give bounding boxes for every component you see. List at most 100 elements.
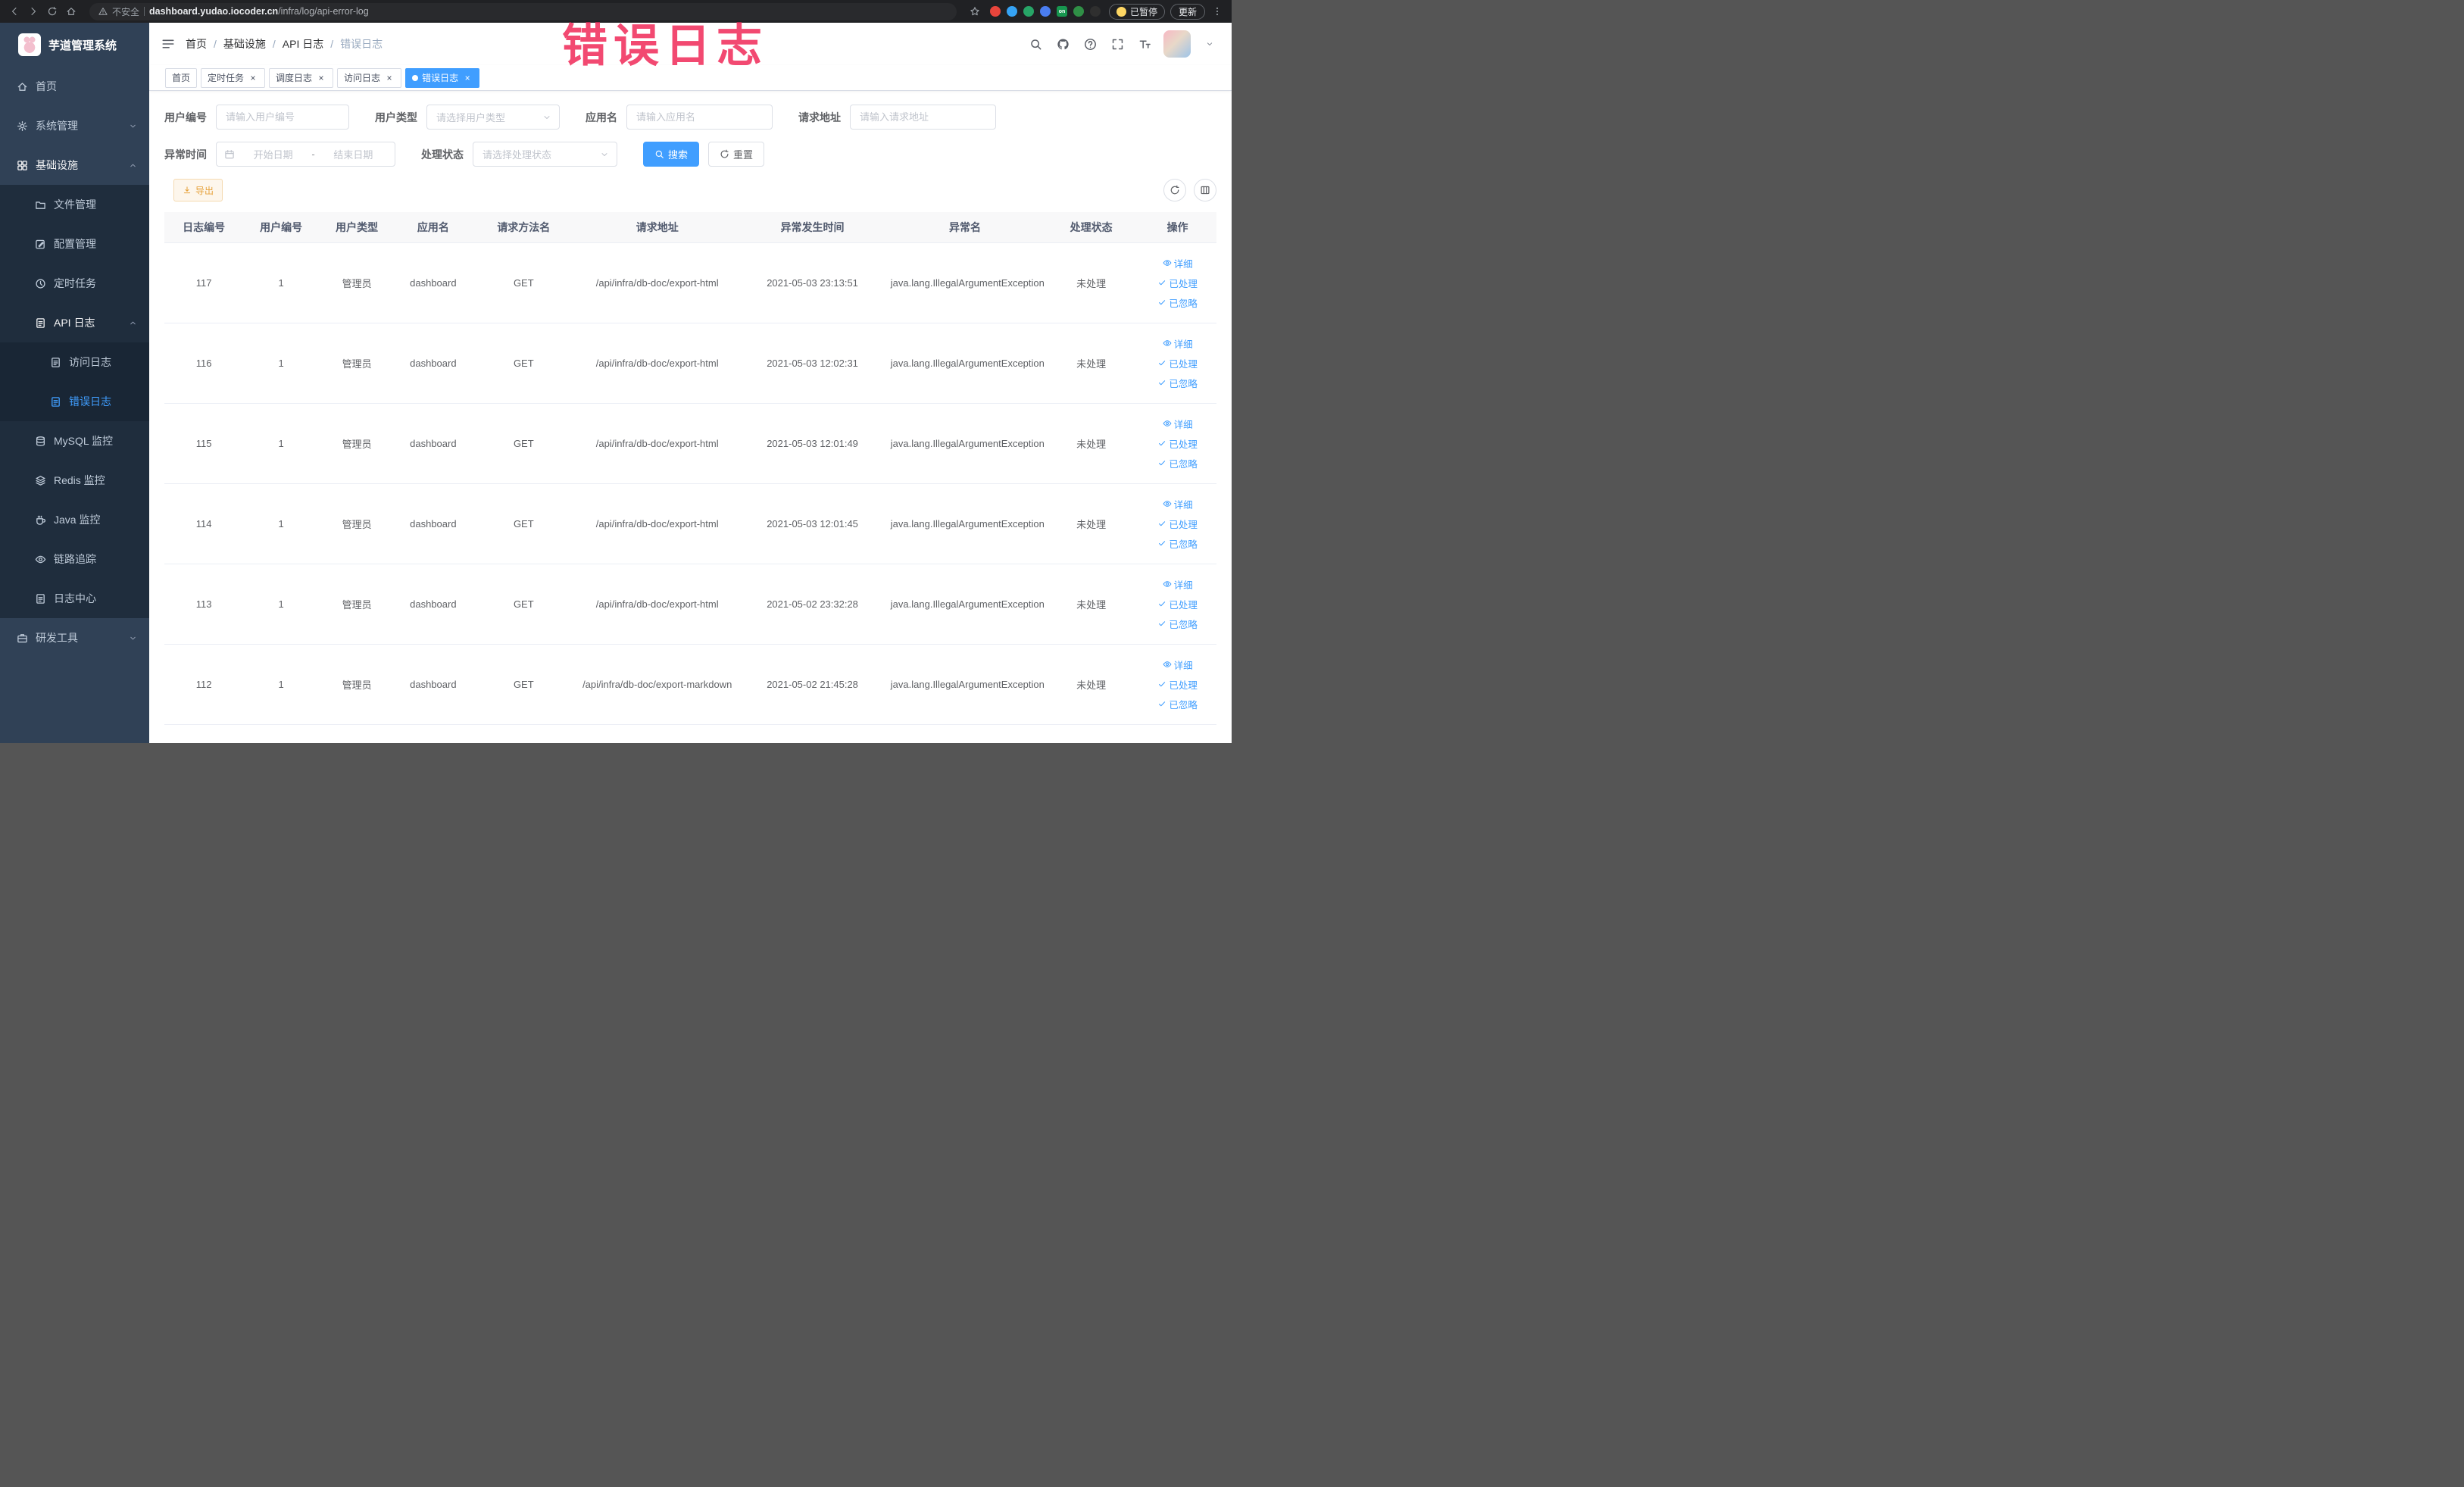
user-avatar[interactable] [1163, 30, 1191, 58]
eye-icon [1163, 258, 1172, 267]
processed-link[interactable]: 已处理 [1157, 597, 1198, 611]
processed-link[interactable]: 已处理 [1157, 356, 1198, 370]
address-bar[interactable]: 不安全 dashboard.yudao.iocoder.cn/infra/log… [89, 2, 957, 20]
processed-link[interactable]: 已处理 [1157, 677, 1198, 692]
tab[interactable]: 错误日志 × [405, 67, 480, 88]
sidebar-item[interactable]: 系统管理 [0, 106, 149, 145]
ignored-link[interactable]: 已忽略 [1157, 697, 1198, 711]
refresh-list-button[interactable] [1163, 179, 1186, 201]
tab[interactable]: 定时任务 × [201, 67, 266, 88]
export-button[interactable]: 导出 [173, 179, 223, 201]
extension-blue-drop[interactable] [1006, 6, 1017, 17]
sidebar-item[interactable]: Redis 监控 [0, 461, 149, 500]
sidebar-item[interactable]: 基础设施 [0, 145, 149, 185]
processed-link[interactable]: 已处理 [1157, 276, 1198, 290]
bookmark-star-icon[interactable] [968, 5, 982, 18]
eye-icon [1163, 660, 1172, 669]
request-url-input[interactable] [850, 105, 996, 130]
security-label: 不安全 [112, 6, 140, 17]
app-name-input[interactable] [626, 105, 773, 130]
sidebar-item[interactable]: 首页 [0, 67, 149, 106]
sidebar-item-label: 访问日志 [69, 356, 111, 368]
sidebar-item[interactable]: 日志中心 [0, 579, 149, 618]
extension-paw[interactable] [1089, 6, 1101, 17]
fullscreen-icon[interactable] [1109, 36, 1126, 52]
extension-red-circle[interactable] [989, 6, 1001, 17]
sidebar-item[interactable]: Java 监控 [0, 500, 149, 539]
tab[interactable]: 首页 [165, 67, 198, 88]
close-tab-icon[interactable]: × [316, 73, 326, 83]
help-icon[interactable] [1082, 36, 1098, 52]
detail-link[interactable]: 详细 [1163, 336, 1193, 351]
caret-down-icon[interactable] [1201, 36, 1218, 52]
detail-link[interactable]: 详细 [1163, 658, 1193, 672]
process-status-select[interactable]: 请选择处理状态 [473, 142, 617, 167]
tab[interactable]: 调度日志 × [269, 67, 334, 88]
detail-link[interactable]: 详细 [1163, 417, 1193, 431]
processed-link[interactable]: 已处理 [1157, 436, 1198, 451]
sidebar-item-label: 文件管理 [54, 198, 96, 211]
cell-log-id: 114 [164, 483, 244, 564]
ignored-link[interactable]: 已忽略 [1157, 295, 1198, 310]
ignored-link[interactable]: 已忽略 [1157, 376, 1198, 390]
header-search-icon[interactable] [1027, 36, 1044, 52]
sidebar-item[interactable]: 文件管理 [0, 185, 149, 224]
sidebar-item[interactable]: 错误日志 [0, 382, 149, 421]
breadcrumb-item[interactable]: API 日志 [283, 36, 323, 52]
start-date-placeholder: 开始日期 [253, 149, 293, 161]
browser-home-icon[interactable] [64, 5, 78, 18]
update-button[interactable]: 更新 [1170, 3, 1205, 20]
close-tab-icon[interactable]: × [462, 73, 473, 83]
sidebar-item[interactable]: 访问日志 [0, 342, 149, 382]
ignored-link[interactable]: 已忽略 [1157, 456, 1198, 470]
filter-label: 用户编号 [164, 111, 207, 123]
close-tab-icon[interactable]: × [248, 73, 258, 83]
font-size-icon[interactable] [1136, 36, 1153, 52]
hamburger-icon[interactable] [161, 37, 175, 51]
cell-exception-name: java.lang.IllegalArgumentException [885, 564, 1045, 645]
main-area: 首页 / 基础设施 / API 日志 / 错误日志 首页 定时任务 × 调度日志 × 访问日志 × 错误日… [149, 23, 1232, 743]
tab[interactable]: 访问日志 × [337, 67, 402, 88]
breadcrumb-item[interactable]: 基础设施 [223, 36, 266, 52]
ignored-link[interactable]: 已忽略 [1157, 617, 1198, 631]
search-button[interactable]: 搜索 [643, 142, 700, 167]
detail-link[interactable]: 详细 [1163, 256, 1193, 270]
extension-blue-grid[interactable] [1039, 6, 1051, 17]
close-tab-icon[interactable]: × [384, 73, 395, 83]
user-type-select[interactable]: 请选择用户类型 [426, 105, 560, 130]
sidebar-item[interactable]: 定时任务 [0, 264, 149, 303]
table-row: 115 1 管理员 dashboard GET/api/infra/db-doc/exp… [164, 403, 1216, 484]
reload-icon[interactable] [45, 5, 59, 18]
table-toolbar: 导出 [164, 179, 1216, 201]
detail-link[interactable]: 详细 [1163, 497, 1193, 511]
processed-link[interactable]: 已处理 [1157, 517, 1198, 531]
forward-icon[interactable] [27, 5, 40, 18]
extension-green-circle[interactable] [1023, 6, 1034, 17]
reset-button[interactable]: 重置 [708, 142, 765, 167]
logo[interactable]: 芋道管理系统 [0, 23, 149, 67]
detail-link[interactable]: 详细 [1163, 577, 1193, 592]
sidebar-item[interactable]: 链路追踪 [0, 539, 149, 579]
extension-on-badge[interactable]: on [1056, 6, 1067, 17]
sidebar-item[interactable]: API 日志 [0, 303, 149, 342]
cell-app-name: dashboard [395, 644, 472, 725]
back-icon[interactable] [8, 5, 21, 18]
column-settings-button[interactable] [1194, 179, 1216, 201]
cell-user-type: 管理员 [319, 323, 395, 404]
check-icon [1157, 458, 1166, 467]
user-id-input[interactable] [216, 105, 349, 130]
browser-menu-icon[interactable] [1210, 5, 1224, 18]
extension-leaf[interactable] [1073, 6, 1084, 17]
paused-chip[interactable]: 已暂停 [1108, 3, 1165, 20]
ignored-link[interactable]: 已忽略 [1157, 536, 1198, 551]
cell-user-type: 管理员 [319, 483, 395, 564]
column-header: 用户类型 [319, 212, 395, 243]
sidebar-item-label: Redis 监控 [54, 474, 105, 486]
sidebar-item[interactable]: 配置管理 [0, 224, 149, 264]
github-icon[interactable] [1054, 36, 1071, 52]
error-time-range[interactable]: 开始日期 - 结束日期 [216, 142, 395, 167]
breadcrumb-item[interactable]: 首页 [186, 36, 207, 52]
sidebar-item[interactable]: MySQL 监控 [0, 421, 149, 461]
sidebar-item[interactable]: 研发工具 [0, 618, 149, 658]
filter-request-url: 请求地址 [798, 105, 996, 130]
